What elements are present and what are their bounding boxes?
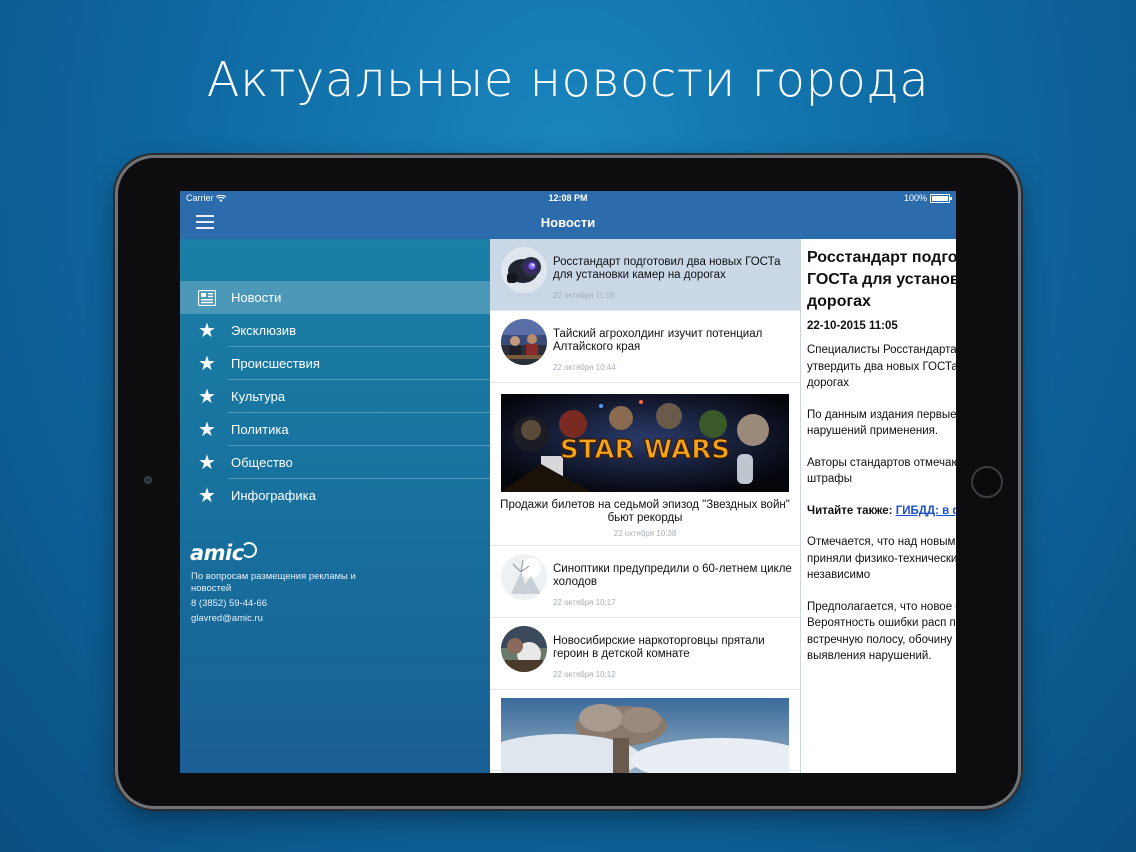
amic-logo: amic (190, 541, 257, 565)
sidebar-item-label: Культура (231, 389, 286, 404)
promo-headline: Актуальные новости города (206, 52, 930, 108)
news-title: Синоптики предупредили о 60-летнем цикле… (553, 563, 792, 588)
phone-number: 8 (3852) 59-44-66 (191, 598, 268, 609)
star-icon: ★ (198, 484, 216, 507)
news-title: Росстандарт подготовил два новых ГОСТа д… (553, 256, 781, 281)
news-item-thai-agro[interactable]: Тайский агрохолдинг изучит потенциал Алт… (490, 311, 800, 383)
battery-percent: 100% (903, 193, 927, 203)
sidebar-item-news[interactable]: Новости (180, 281, 490, 314)
news-item-novosibirsk[interactable]: Новосибирские наркоторговцы прятали геро… (490, 618, 800, 690)
news-item-star-wars[interactable]: STAR WARS Продажи билетов на седьмой эпи… (490, 383, 800, 546)
app-screen: Carrier 12:08 PM 100% Новости Новости ★ … (180, 191, 956, 773)
tablet-frame: Carrier 12:08 PM 100% Новости Новости ★ … (118, 158, 1018, 806)
star-icon: ★ (198, 319, 216, 342)
star-icon: ★ (198, 385, 216, 408)
article-date: 22-10-2015 11:05 (807, 320, 898, 332)
article-paragraph: По данным издания первые фотовидеофиксац… (807, 408, 956, 438)
sidebar-menu: Новости ★ Эксклюзив ★ Происшествия ★ Кул… (180, 239, 490, 773)
sidebar-item-label: Новости (231, 290, 282, 305)
read-also: Читайте также: ГИБДД: в фотовидеофиксаци… (807, 503, 956, 520)
sidebar-item-exclusive[interactable]: ★ Эксклюзив (180, 314, 490, 347)
sidebar-item-infographics[interactable]: ★ Инфографика (180, 479, 490, 512)
article-paragraph: Предполагается, что новое определения ск… (807, 600, 956, 663)
contact-info: По вопросам размещения рекламы и новосте… (191, 571, 391, 628)
news-date: 22 октября 10:38 (613, 529, 677, 538)
advertising-note: По вопросам размещения рекламы и новосте… (191, 571, 356, 594)
article-paragraph: Авторы стандартов отмечают, что перестан… (807, 456, 956, 486)
read-also-label: Читайте также: (807, 504, 893, 517)
sidebar-item-culture[interactable]: ★ Культура (180, 380, 490, 413)
news-date: 22 октября 11:05 (553, 291, 616, 300)
news-thumbnail (501, 319, 547, 365)
news-thumbnail (501, 626, 547, 672)
article-panel: Росстандарт подготовил два новых ГОСТа д… (801, 239, 956, 773)
star-icon: ★ (198, 418, 216, 441)
star-wars-logo: STAR WARS (560, 435, 730, 465)
menu-list: Новости ★ Эксклюзив ★ Происшествия ★ Кул… (180, 281, 490, 512)
news-item-cold-cycle[interactable]: Синоптики предупредили о 60-летнем цикле… (490, 546, 800, 618)
nav-title: Новости (540, 215, 596, 230)
front-camera (144, 476, 152, 484)
star-icon: ★ (198, 451, 216, 474)
sidebar-item-politics[interactable]: ★ Политика (180, 413, 490, 446)
newspaper-icon (197, 288, 217, 308)
news-title: Продажи билетов на седьмой эпизод "Звезд… (500, 499, 790, 524)
article-content: Росстандарт подготовил два новых ГОСТа д… (807, 247, 956, 680)
news-date: 22 октября 10:17 (553, 598, 616, 607)
news-thumbnail (501, 247, 547, 293)
battery-indicator: 100% (903, 193, 952, 203)
news-item-volcano[interactable] (490, 690, 800, 773)
article-paragraph: Специалисты Росстандарта провели эксперт… (807, 344, 956, 389)
article-title: Росстандарт подготовил два новых ГОСТа д… (807, 249, 956, 310)
battery-icon (930, 193, 952, 203)
article-paragraph: Отмечается, что над новыми лет. В создан… (807, 536, 956, 581)
sidebar-item-label: Политика (231, 422, 289, 437)
news-item-gost-cameras[interactable]: Росстандарт подготовил два новых ГОСТа д… (490, 239, 800, 311)
news-title: Новосибирские наркоторговцы прятали геро… (553, 635, 765, 660)
news-image: STAR WARS (501, 394, 789, 492)
star-icon: ★ (198, 352, 216, 375)
sidebar-item-society[interactable]: ★ Общество (180, 446, 490, 479)
news-list: Росстандарт подготовил два новых ГОСТа д… (490, 239, 801, 773)
sidebar-item-incidents[interactable]: ★ Происшествия (180, 347, 490, 380)
nav-bar: Новости (180, 205, 956, 239)
news-title: Тайский агрохолдинг изучит потенциал Алт… (553, 328, 763, 353)
news-thumbnail (501, 554, 547, 600)
clock: 12:08 PM (548, 193, 588, 203)
news-image (501, 698, 789, 773)
sidebar-item-label: Общество (231, 455, 293, 470)
sidebar-item-label: Эксклюзив (231, 323, 296, 338)
sidebar-item-label: Происшествия (231, 356, 320, 371)
home-button[interactable] (971, 466, 1003, 498)
news-date: 22 октября 10:44 (553, 363, 616, 372)
logo-text: amic (190, 541, 244, 565)
status-bar: Carrier 12:08 PM 100% (180, 191, 956, 205)
read-also-link[interactable]: ГИБДД: в фотовидеофиксации (896, 505, 956, 517)
news-date: 22 октября 10:12 (553, 670, 616, 679)
email-address[interactable]: glavred@amic.ru (191, 613, 391, 625)
sidebar-item-label: Инфографика (231, 488, 316, 503)
